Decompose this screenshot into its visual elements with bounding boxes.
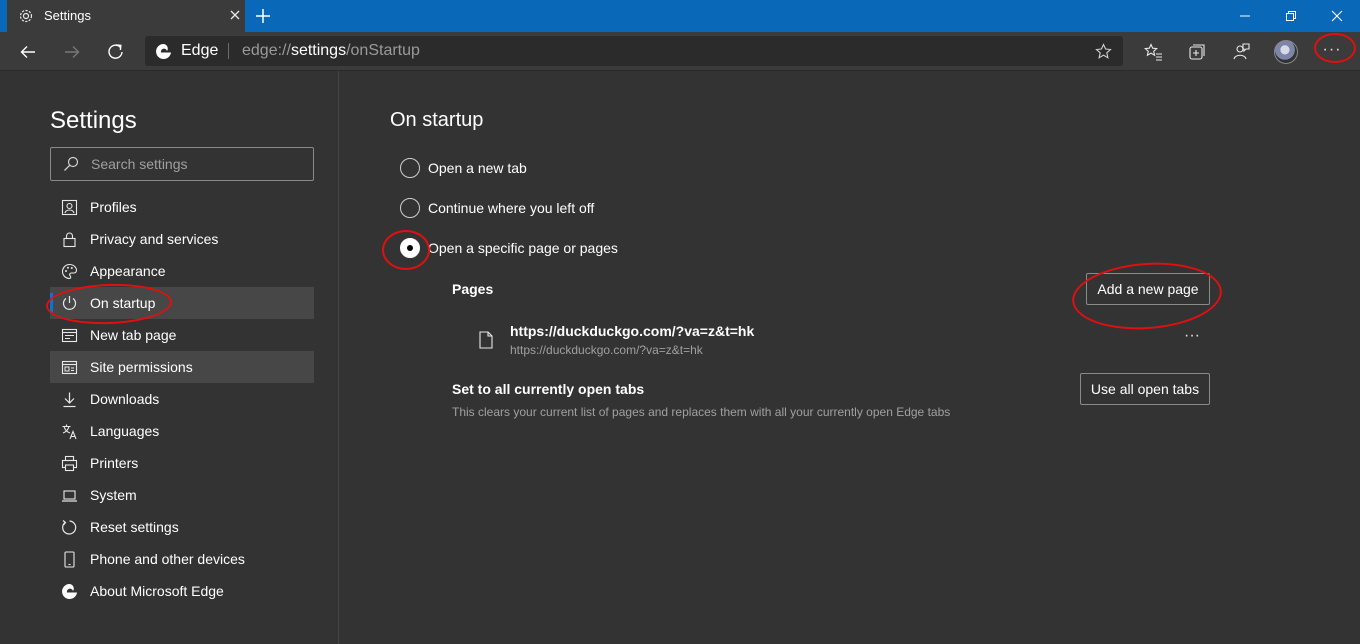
page-entry-url: https://duckduckgo.com/?va=z&t=hk <box>510 343 703 357</box>
red-annotation-circle-radio <box>382 230 430 270</box>
red-annotation-circle-add-page <box>1069 257 1225 335</box>
restore-icon <box>1286 11 1296 21</box>
open-tabs-label: Set to all currently open tabs <box>452 381 645 397</box>
sidebar-item-phone-devices[interactable]: Phone and other devices <box>50 543 314 575</box>
red-annotation-circle-more <box>1314 33 1356 63</box>
title-bar: Settings <box>0 0 1360 32</box>
laptop-icon <box>62 490 77 502</box>
sidebar-item-reset-settings[interactable]: Reset settings <box>50 511 314 543</box>
back-button[interactable] <box>14 38 42 66</box>
page-entry-more-button[interactable]: ··· <box>1180 328 1204 347</box>
download-icon <box>63 392 76 408</box>
option-label: Open a new tab <box>428 160 527 176</box>
sidebar-item-label: Site permissions <box>90 359 193 375</box>
sidebar-item-system[interactable]: System <box>50 479 314 511</box>
phone-icon <box>64 551 75 568</box>
sidebar-item-printers[interactable]: Printers <box>50 447 314 479</box>
refresh-icon <box>108 44 123 59</box>
tab-title: Settings <box>44 8 91 23</box>
close-window-button[interactable] <box>1314 0 1360 32</box>
profile-icon <box>61 199 78 216</box>
edge-logo-icon <box>156 44 171 59</box>
open-tabs-description: This clears your current list of pages a… <box>452 405 951 419</box>
sidebar-item-profiles[interactable]: Profiles <box>50 191 314 223</box>
sidebar-item-label: New tab page <box>90 327 177 343</box>
forward-button[interactable] <box>58 38 86 66</box>
sidebar-item-label: Reset settings <box>90 519 179 535</box>
option-label: Open a specific page or pages <box>428 240 618 256</box>
page-document-icon <box>479 331 493 349</box>
option-label: Continue where you left off <box>428 200 595 216</box>
edge-logo-icon <box>62 584 77 599</box>
address-separator <box>228 43 229 59</box>
sidebar-item-label: Languages <box>90 423 160 439</box>
feedback-icon[interactable] <box>1231 42 1251 62</box>
pages-label: Pages <box>452 281 494 297</box>
sidebar-item-label: Phone and other devices <box>90 551 245 567</box>
palette-icon <box>61 263 78 280</box>
search-icon <box>64 156 79 171</box>
sidebar-item-label: Privacy and services <box>90 231 219 247</box>
radio-button[interactable] <box>400 198 420 218</box>
refresh-button[interactable] <box>102 38 130 66</box>
newtab-icon <box>61 328 78 343</box>
search-input[interactable] <box>91 154 301 174</box>
sidebar-item-label: Printers <box>90 455 139 471</box>
radio-button[interactable] <box>400 158 420 178</box>
sidebar-item-downloads[interactable]: Downloads <box>50 383 314 415</box>
address-bar[interactable]: Edge edge://settings/onStartup <box>145 36 1123 66</box>
browser-brand-label: Edge <box>181 42 219 59</box>
page-title: On startup <box>390 109 484 131</box>
url-scheme: edge:// <box>242 42 291 59</box>
close-tab-icon[interactable] <box>227 7 243 23</box>
settings-sidebar: Settings Profiles Privacy and services A… <box>0 71 339 644</box>
search-box[interactable] <box>50 147 314 181</box>
new-tab-button[interactable] <box>252 5 274 27</box>
lock-icon <box>63 232 76 248</box>
sidebar-item-label: System <box>90 487 137 503</box>
minimize-button[interactable] <box>1222 0 1268 32</box>
sidebar-item-site-permissions[interactable]: Site permissions <box>50 351 314 383</box>
printer-icon <box>61 455 78 472</box>
sidebar-item-about-edge[interactable]: About Microsoft Edge <box>50 575 314 607</box>
profile-avatar[interactable] <box>1274 40 1298 64</box>
minimize-icon <box>1240 15 1250 17</box>
url-text[interactable]: edge://settings/onStartup <box>242 42 420 60</box>
sidebar-item-label: Appearance <box>90 263 166 279</box>
sidebar-item-appearance[interactable]: Appearance <box>50 255 314 287</box>
sidebar-item-label: About Microsoft Edge <box>90 583 224 599</box>
back-arrow-icon <box>20 46 35 58</box>
sidebar-item-languages[interactable]: Languages <box>50 415 314 447</box>
settings-tab[interactable]: Settings <box>7 0 245 32</box>
forward-arrow-icon <box>65 46 80 58</box>
sidebar-title: Settings <box>50 107 137 134</box>
collections-icon[interactable] <box>1187 42 1207 62</box>
favorites-icon[interactable] <box>1143 42 1163 62</box>
close-icon <box>1331 10 1343 22</box>
reset-icon <box>62 520 77 535</box>
settings-main-panel: On startup Open a new tab Continue where… <box>340 71 1360 644</box>
url-path: /onStartup <box>346 42 420 59</box>
sidebar-item-label: Profiles <box>90 199 137 215</box>
url-host: settings <box>290 42 347 59</box>
restore-button[interactable] <box>1268 0 1314 32</box>
favorite-star-icon[interactable] <box>1095 43 1112 60</box>
sidebar-item-new-tab-page[interactable]: New tab page <box>50 319 314 351</box>
use-all-open-tabs-button[interactable]: Use all open tabs <box>1080 373 1210 405</box>
sidebar-item-privacy[interactable]: Privacy and services <box>50 223 314 255</box>
sidebar-item-label: Downloads <box>90 391 160 407</box>
languages-icon <box>62 424 77 440</box>
gear-icon <box>19 9 33 23</box>
navigation-toolbar: Edge edge://settings/onStartup ··· <box>0 32 1360 71</box>
page-entry-title: https://duckduckgo.com/?va=z&t=hk <box>510 323 755 339</box>
site-permissions-icon <box>61 360 78 375</box>
